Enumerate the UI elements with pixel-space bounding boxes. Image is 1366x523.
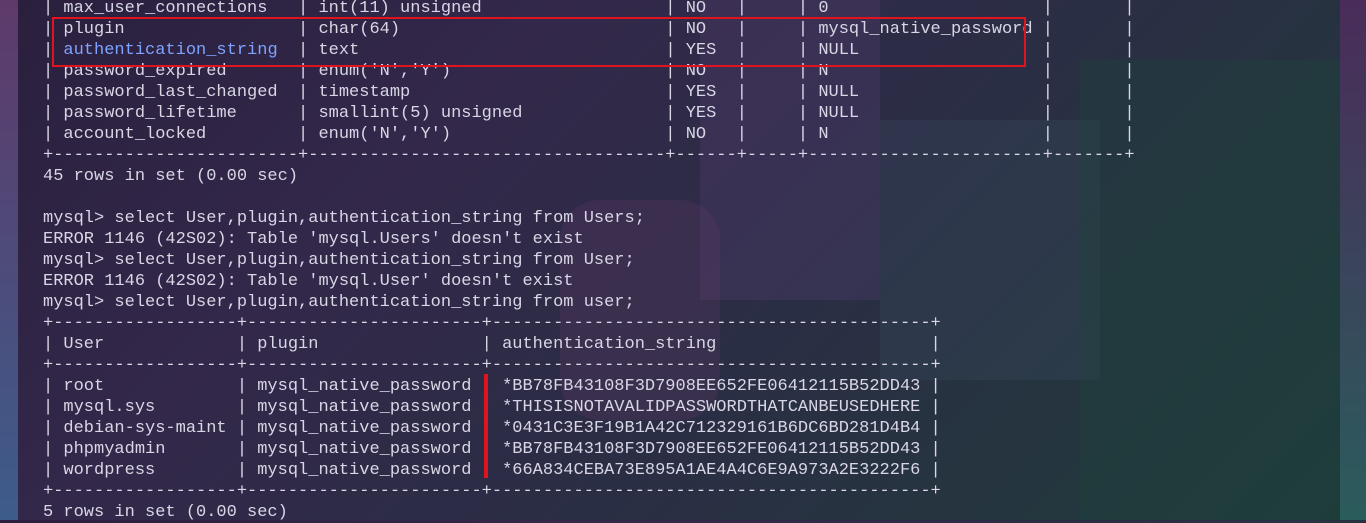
- terminal-line: | account_locked | enum('N','Y') | NO | …: [43, 125, 1135, 144]
- error-message: ERROR 1146 (42S02): Table 'mysql.Users' …: [43, 230, 584, 249]
- mysql-command: mysql> select User,plugin,authentication…: [43, 251, 635, 270]
- table-border: +------------------------+--------------…: [43, 146, 1135, 165]
- table-border: +------------------+--------------------…: [43, 482, 941, 501]
- table-header: | User | plugin | authentication_string …: [43, 335, 941, 354]
- table-row: | phpmyadmin | mysql_native_password | *…: [43, 440, 941, 459]
- error-message: ERROR 1146 (42S02): Table 'mysql.User' d…: [43, 272, 574, 291]
- row-count-message: 45 rows in set (0.00 sec): [43, 167, 299, 186]
- mysql-command: mysql> select User,plugin,authentication…: [43, 293, 635, 312]
- annotation-highlight-bar: [484, 374, 488, 478]
- table-row: | mysql.sys | mysql_native_password | *T…: [43, 398, 941, 417]
- terminal-line: | password_lifetime | smallint(5) unsign…: [43, 104, 1135, 123]
- table-row: | debian-sys-maint | mysql_native_passwo…: [43, 419, 941, 438]
- table-border: +------------------+--------------------…: [43, 356, 941, 375]
- table-row: | root | mysql_native_password | *BB78FB…: [43, 377, 941, 396]
- table-border: +------------------+--------------------…: [43, 314, 941, 333]
- annotation-highlight-box: [52, 17, 1026, 67]
- mysql-command: mysql> select User,plugin,authentication…: [43, 209, 645, 228]
- terminal-output[interactable]: | max_user_connections | int(11) unsigne…: [0, 0, 1366, 522]
- table-row: | wordpress | mysql_native_password | *6…: [43, 461, 941, 480]
- terminal-line: | password_last_changed | timestamp | YE…: [43, 83, 1135, 102]
